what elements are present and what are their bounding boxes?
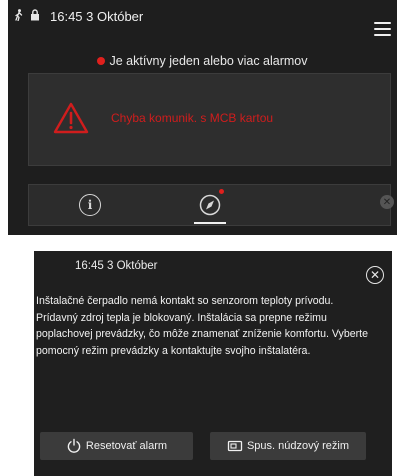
alarm-banner-text: Je aktívny jeden alebo viac alarmov bbox=[109, 54, 308, 68]
bottom-tab-bar: i ✕ bbox=[28, 184, 394, 226]
active-tab-indicator bbox=[194, 222, 226, 224]
info-icon[interactable]: i bbox=[79, 194, 101, 216]
alarm-compass-icon[interactable] bbox=[199, 194, 221, 216]
alarm-message: Inštalačné čerpadlo nemá kontakt so senz… bbox=[36, 295, 368, 357]
emergency-mode-icon bbox=[227, 440, 243, 452]
notification-dot-icon bbox=[219, 189, 224, 194]
emergency-mode-label: Spus. núdzový režim bbox=[246, 440, 350, 452]
alarm-dot-icon bbox=[97, 57, 106, 65]
status-bar: 16:45 3 Október bbox=[8, 0, 397, 36]
close-icon[interactable]: ✕ bbox=[366, 266, 384, 284]
dialog-time: 16:45 3 Október bbox=[75, 260, 158, 272]
emergency-mode-button[interactable]: Spus. núdzový režim bbox=[210, 432, 366, 460]
reset-alarm-label: Resetovať alarm bbox=[85, 440, 168, 452]
alarm-overview-screen: 16:45 3 Október Je aktívny jeden alebo v… bbox=[8, 0, 397, 235]
alarm-banner: Je aktívny jeden alebo viac alarmov bbox=[8, 52, 397, 70]
lock-icon bbox=[28, 8, 42, 22]
close-icon[interactable]: ✕ bbox=[380, 195, 394, 209]
alarm-detail-dialog: 16:45 3 Október ✕ Inštalačné čerpadlo ne… bbox=[34, 251, 392, 476]
hamburger-menu-icon[interactable] bbox=[374, 22, 391, 36]
power-icon bbox=[67, 438, 81, 453]
status-time: 16:45 3 Október bbox=[50, 9, 144, 24]
walking-person-icon bbox=[12, 8, 26, 22]
alarm-card[interactable]: Chyba komunik. s MCB kartou bbox=[28, 73, 391, 166]
warning-triangle-icon bbox=[53, 102, 89, 134]
reset-alarm-button[interactable]: Resetovať alarm bbox=[40, 432, 193, 460]
alarm-card-text: Chyba komunik. s MCB kartou bbox=[111, 111, 274, 125]
